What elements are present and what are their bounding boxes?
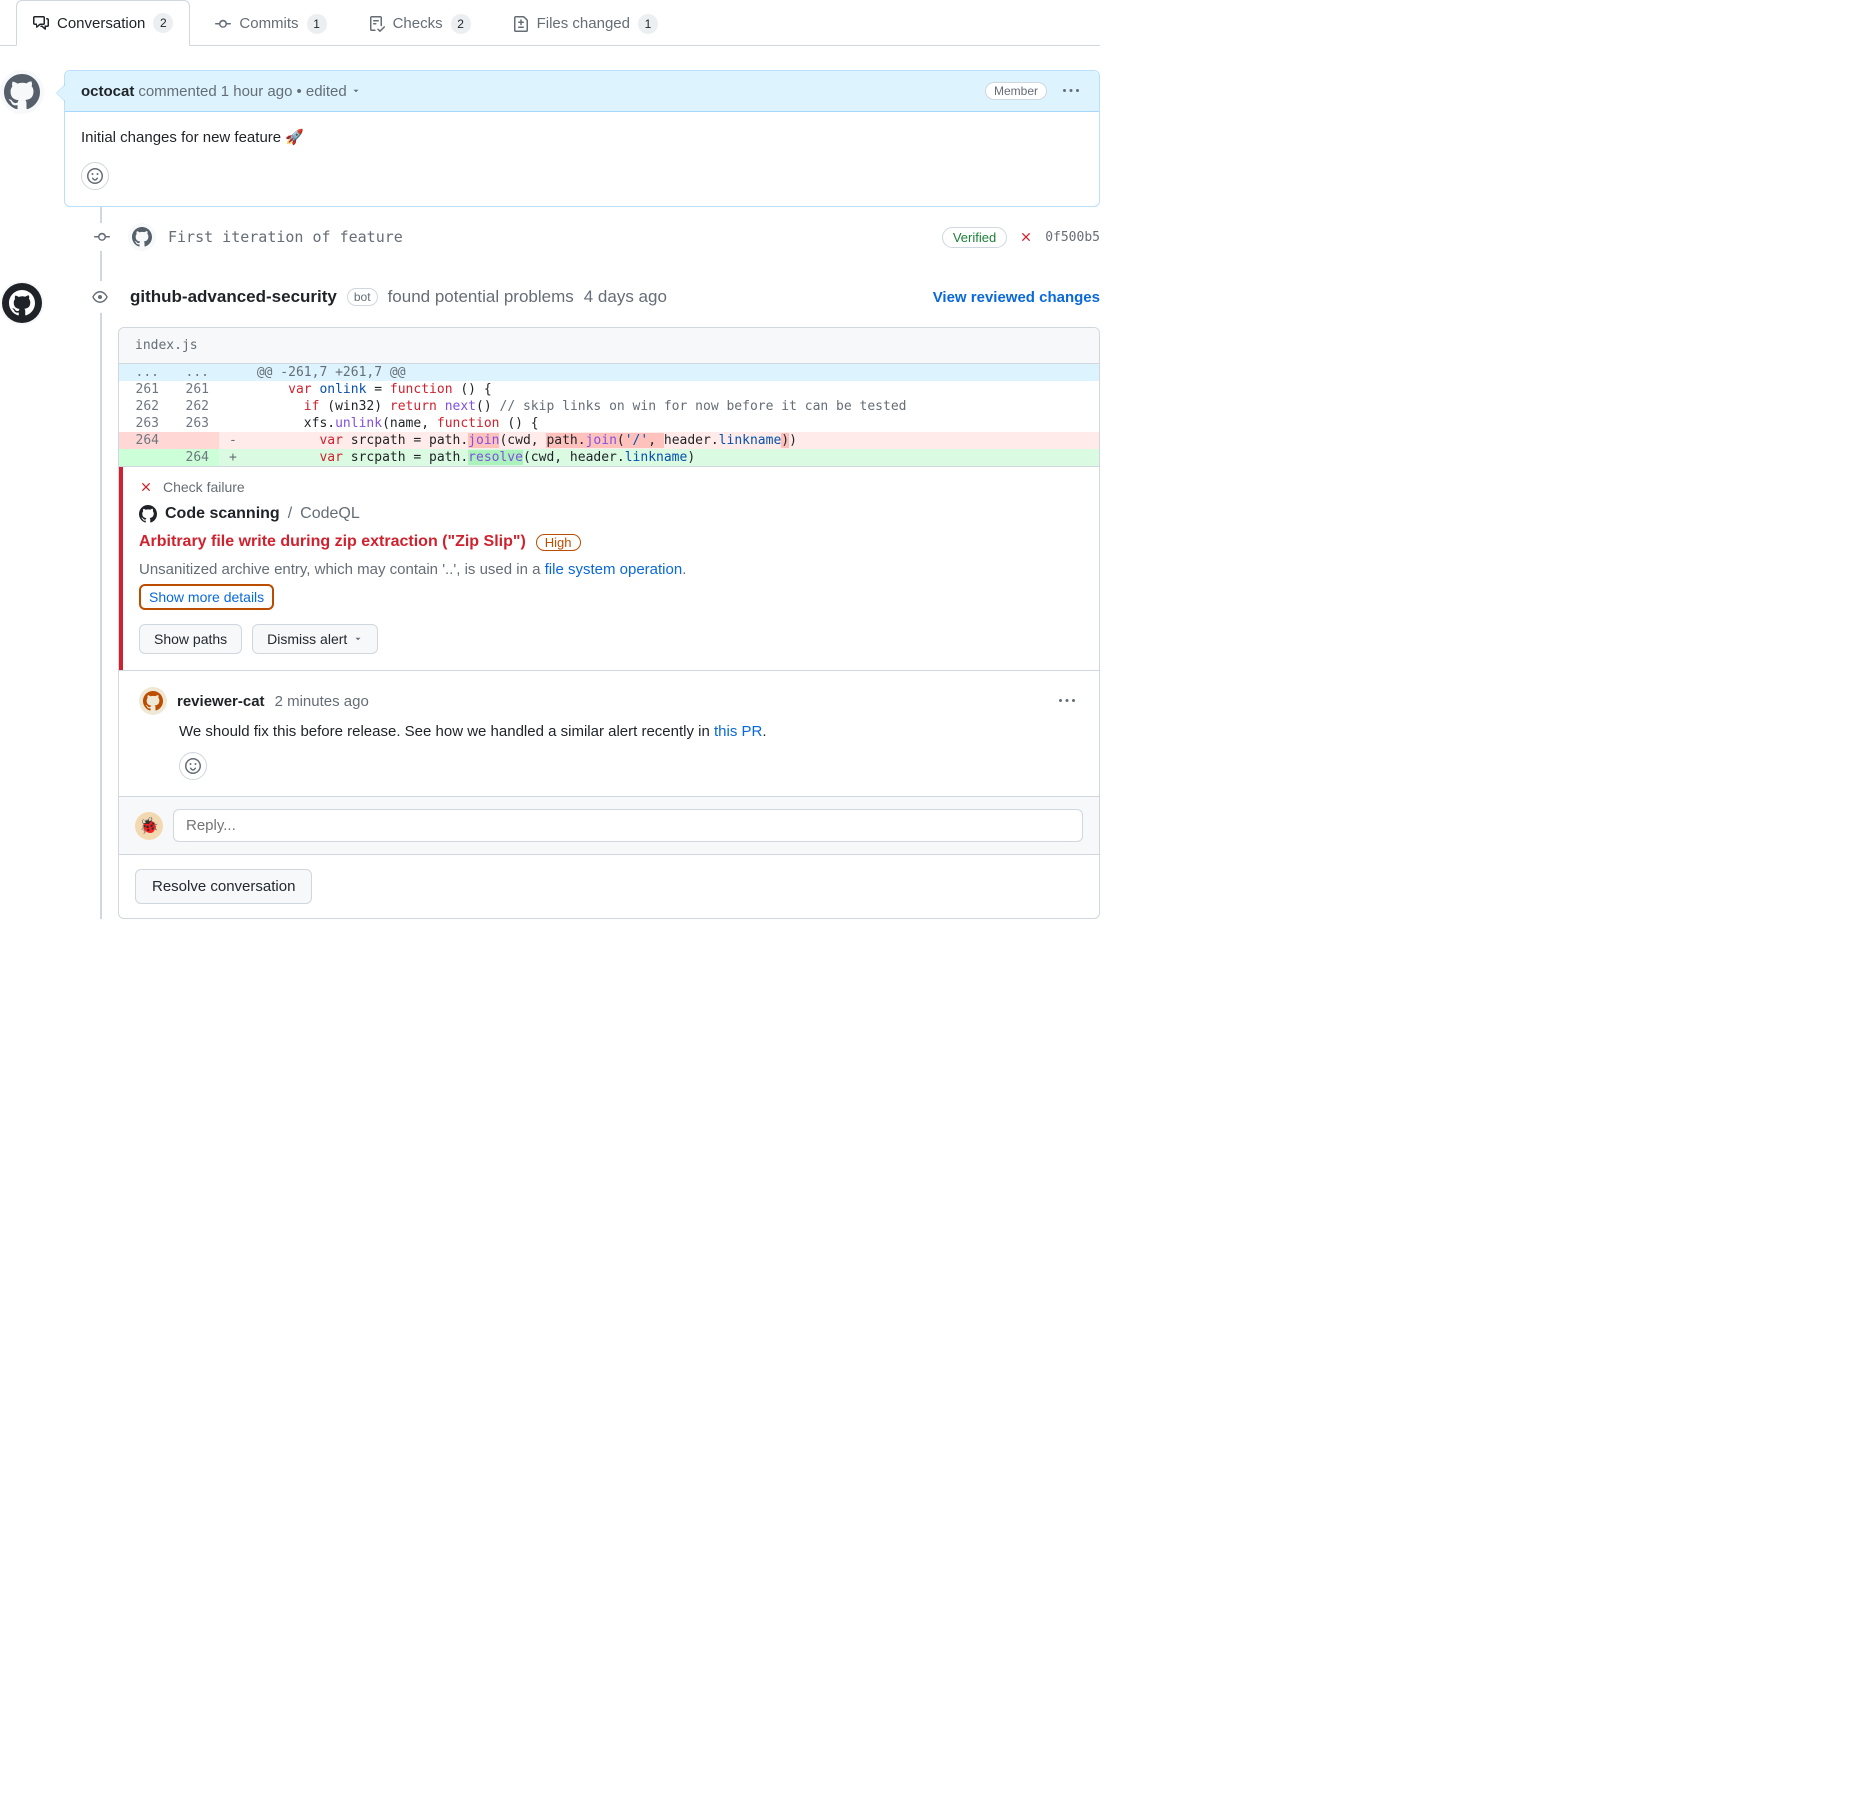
checklist-icon: [369, 16, 385, 32]
diff-line: 262262 if (win32) return next() // skip …: [119, 398, 1099, 415]
tab-conversation-count: 2: [153, 13, 173, 33]
role-badge: Member: [985, 82, 1047, 100]
tab-commits-label: Commits: [239, 15, 298, 32]
tab-conversation[interactable]: Conversation 2: [16, 0, 190, 46]
verified-badge[interactable]: Verified: [942, 227, 1007, 248]
smiley-icon: [87, 168, 103, 184]
diff-filename[interactable]: index.js: [119, 328, 1099, 364]
caret-down-icon[interactable]: [351, 86, 361, 96]
check-failure-label: Check failure: [163, 479, 245, 495]
resolve-area: Resolve conversation: [119, 854, 1099, 918]
commit-sha[interactable]: 0f500b5: [1045, 230, 1100, 245]
reply-area: 🐞: [119, 796, 1099, 854]
diff-line: 263263 xfs.unlink(name, function () {: [119, 415, 1099, 432]
alert-desc-link[interactable]: file system operation: [545, 561, 683, 578]
tab-checks-count: 2: [451, 14, 471, 34]
bot-badge: bot: [347, 288, 378, 306]
review-comment: reviewer-cat 2 minutes ago We should fix…: [119, 670, 1099, 796]
review-bot-avatar[interactable]: [0, 281, 44, 325]
alert-title: Arbitrary file write during zip extracti…: [139, 533, 526, 551]
review-header: github-advanced-security bot found poten…: [64, 267, 1100, 327]
comment-action: commented: [138, 83, 216, 100]
comment-time[interactable]: 1 hour ago: [221, 83, 293, 100]
commit-author-avatar[interactable]: [128, 223, 156, 251]
show-more-details-link[interactable]: Show more details: [139, 584, 274, 610]
tab-checks-label: Checks: [393, 15, 443, 32]
tab-files[interactable]: Files changed 1: [496, 0, 675, 46]
commit-timeline-icon: [88, 223, 116, 251]
comment-author-avatar[interactable]: [0, 70, 44, 114]
code-scanning-alert: Check failure Code scanning / CodeQL Arb…: [119, 466, 1099, 670]
initial-comment: octocat commented 1 hour ago • edited Me…: [64, 70, 1100, 207]
file-diff-icon: [513, 16, 529, 32]
diff-table: ...... @@ -261,7 +261,7 @@ 261261 var on…: [119, 364, 1099, 466]
comment-discussion-icon: [33, 15, 49, 31]
tab-checks[interactable]: Checks 2: [352, 0, 488, 46]
smiley-icon: [185, 758, 201, 774]
show-paths-button[interactable]: Show paths: [139, 624, 242, 654]
pr-link[interactable]: this PR: [714, 723, 762, 740]
resolve-conversation-button[interactable]: Resolve conversation: [135, 869, 312, 904]
octocat-mini-icon: [132, 227, 152, 247]
diff-line: 261261 var onlink = function () {: [119, 381, 1099, 398]
review-author[interactable]: github-advanced-security: [130, 287, 337, 307]
review-comment-menu[interactable]: [1055, 689, 1079, 713]
review-icon: [84, 281, 116, 313]
commit-message[interactable]: First iteration of feature: [168, 228, 403, 246]
diff-line-added: 264+ var srcpath = path.resolve(cwd, hea…: [119, 449, 1099, 466]
diff-hunk-row: ...... @@ -261,7 +261,7 @@: [119, 364, 1099, 381]
tab-conversation-label: Conversation: [57, 15, 145, 32]
comment-header: octocat commented 1 hour ago • edited Me…: [65, 71, 1099, 112]
pr-tabs: Conversation 2 Commits 1 Checks 2 Files …: [0, 0, 1100, 46]
octocat-avatar-icon: [4, 74, 40, 110]
review-time[interactable]: 4 days ago: [584, 287, 667, 307]
scanner-name-bold: Code scanning: [165, 505, 280, 523]
add-reaction-button[interactable]: [81, 162, 109, 190]
view-reviewed-link[interactable]: View reviewed changes: [933, 289, 1100, 306]
caret-down-icon: [353, 634, 363, 644]
kebab-icon: [1063, 83, 1079, 99]
git-commit-icon: [215, 16, 231, 32]
cat-avatar-icon: [143, 691, 163, 711]
current-user-avatar[interactable]: 🐞: [135, 812, 163, 840]
kebab-icon: [1059, 693, 1075, 709]
failure-x-icon: [139, 480, 153, 494]
x-icon: [1019, 230, 1033, 244]
add-reaction-button[interactable]: [179, 752, 207, 780]
tab-commits[interactable]: Commits 1: [198, 0, 343, 46]
comment-menu[interactable]: [1059, 79, 1083, 103]
github-icon: [139, 505, 157, 523]
tab-commits-count: 1: [307, 14, 327, 34]
tab-files-label: Files changed: [537, 15, 630, 32]
comment-author[interactable]: octocat: [81, 83, 134, 100]
tab-files-count: 1: [638, 14, 658, 34]
comment-body: Initial changes for new feature 🚀: [65, 112, 1099, 162]
diff-panel: index.js ...... @@ -261,7 +261,7 @@ 2612…: [118, 327, 1100, 919]
git-commit-icon: [94, 229, 110, 245]
alert-description: Unsanitized archive entry, which may con…: [139, 561, 1083, 578]
review-action: found potential problems: [388, 287, 574, 307]
commit-row: First iteration of feature Verified 0f50…: [64, 207, 1100, 267]
reply-input[interactable]: [173, 809, 1083, 842]
dismiss-alert-button[interactable]: Dismiss alert: [252, 624, 378, 654]
review-comment-body: We should fix this before release. See h…: [179, 723, 1079, 740]
eye-icon: [92, 289, 108, 305]
scanner-tool: CodeQL: [300, 505, 360, 523]
comment-edited: • edited: [296, 83, 346, 100]
reviewer-avatar[interactable]: [139, 687, 167, 715]
severity-badge: High: [536, 534, 581, 551]
commit-status-x[interactable]: [1019, 230, 1033, 244]
review-comment-time[interactable]: 2 minutes ago: [275, 693, 369, 710]
github-mark-icon: [9, 290, 35, 316]
diff-line-removed: 264- var srcpath = path.join(cwd, path.j…: [119, 432, 1099, 449]
reviewer-name[interactable]: reviewer-cat: [177, 693, 265, 710]
